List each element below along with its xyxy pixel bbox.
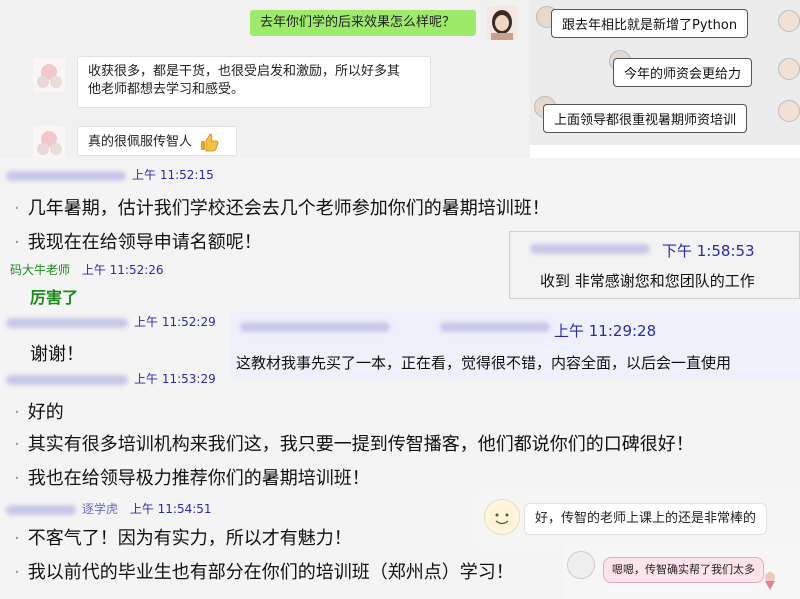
user-avatar-icon <box>37 131 62 155</box>
thumbs-up-icon <box>201 133 219 152</box>
sender-name-blurred <box>440 322 550 332</box>
message-line: 厉害了 <box>30 288 79 307</box>
smiley-avatar-icon <box>489 504 515 530</box>
user-avatar-icon <box>37 64 62 88</box>
sender-name: 逐学虎 <box>82 502 119 516</box>
wechat-chat-panel-right: 跟去年相比就是新增了Python 今年的师资会更给力 上面领导都很重视暑期师资培… <box>530 0 800 145</box>
timestamp: 上午 11:52:29 <box>134 315 216 329</box>
message-line: 谢谢！ <box>30 344 84 365</box>
avatar[interactable] <box>778 10 800 32</box>
message-text-line: 收获很多，都是干货，也很受启发和激励，所以好多其 <box>88 64 401 79</box>
message-line: · 我现在在给领导申请名额呢！ <box>14 232 262 253</box>
chat-bubble-incoming: 收获很多，都是干货，也很受启发和激励，所以好多其 他老师都想去学习和感受。 <box>77 56 431 108</box>
message-header: 上午 11:53:29 <box>6 370 216 387</box>
message-line: · 其实有很多培训机构来我们这，我只要一提到传智播客，他们都说你们的口碑很好！ <box>14 434 694 455</box>
message-text-line: 他老师都想去学习和感受。 <box>88 82 245 97</box>
sender-name: 码大牛老师 <box>10 263 71 277</box>
chat-bubble-incoming: 嗯嗯，传智确实帮了我们太多 <box>603 557 764 583</box>
message-text: 这教材我事先买了一本，正在看，觉得很不错，内容全面，以后会一直使用 <box>236 354 732 372</box>
user-avatar-icon <box>491 10 513 40</box>
sender-name-blurred <box>6 374 128 385</box>
sender-name-blurred <box>6 504 76 515</box>
timestamp: 上午 11:29:28 <box>554 322 657 340</box>
avatar[interactable] <box>487 6 517 40</box>
avatar[interactable] <box>484 499 520 535</box>
message-text: 跟去年相比就是新增了Python <box>562 18 738 33</box>
timestamp: 上午 11:53:29 <box>134 372 216 386</box>
message-line: · 几年暑期，估计我们学校还会去几个老师参加你们的暑期培训班！ <box>14 198 550 219</box>
message-header: 上午 11:52:29 <box>6 313 216 330</box>
chat-snippet-card: 下午 1:58:53 收到 非常感谢您和您团队的工作 <box>509 231 800 299</box>
message-line: · 我也在给领导极力推荐你们的暑期培训班！ <box>14 468 370 489</box>
message-line: · 我以前代的毕业生也有部分在你们的培训班（郑州点）学习！ <box>14 562 514 583</box>
sticker-figure-icon <box>765 572 775 590</box>
message-text: 去年你们学的后来效果怎么样呢？ <box>260 15 456 30</box>
message-text: 嗯嗯，传智确实帮了我们太多 <box>612 563 755 576</box>
message-text: 今年的师资会更给力 <box>624 67 742 82</box>
chat-bubble-incoming: 好，传智的老师上课上的还是非常棒的 <box>524 503 768 535</box>
message-text: 好，传智的老师上课上的还是非常棒的 <box>535 511 757 526</box>
sender-name-blurred <box>6 170 126 181</box>
message-text: 收到 非常感谢您和您团队的工作 <box>540 272 755 290</box>
chat-snippet-card: 上午 11:29:28 这教材我事先买了一本，正在看，觉得很不错，内容全面，以后… <box>230 312 800 380</box>
message-line: · 好的 <box>14 402 64 423</box>
wechat-chat-panel: 去年你们学的后来效果怎么样呢？ 收获很多，都是干货，也很受启发和激励，所以好多其… <box>0 0 530 160</box>
avatar[interactable] <box>778 58 800 80</box>
avatar[interactable] <box>33 126 65 158</box>
timestamp: 下午 1:58:53 <box>662 242 755 260</box>
avatar[interactable] <box>33 58 65 92</box>
avatar[interactable] <box>567 551 595 579</box>
message-text: 真的很佩服传智人 <box>88 134 193 150</box>
message-text: 上面领导都很重视暑期师资培训 <box>554 113 737 128</box>
sender-name-blurred <box>6 317 128 328</box>
message-header: 码大牛老师 上午 11:52:26 <box>10 261 164 278</box>
chat-bubble-outgoing: 去年你们学的后来效果怎么样呢？ <box>250 10 476 36</box>
timestamp: 上午 11:52:26 <box>81 263 164 277</box>
chat-bubble-outgoing: 今年的师资会更给力 <box>613 58 753 87</box>
sender-name-blurred <box>530 244 650 254</box>
message-header: 上午 11:52:15 <box>6 166 214 183</box>
message-line: · 不客气了！因为有实力，所以才有魅力！ <box>14 528 352 549</box>
timestamp: 上午 11:54:51 <box>129 502 212 516</box>
sender-name-blurred <box>240 322 390 332</box>
message-header: 逐学虎 上午 11:54:51 <box>6 500 212 517</box>
chat-bubble-outgoing: 跟去年相比就是新增了Python <box>551 9 749 38</box>
chat-bubble-incoming: 真的很佩服传智人 <box>77 126 237 156</box>
avatar[interactable] <box>778 100 800 122</box>
timestamp: 上午 11:52:15 <box>132 168 214 182</box>
chat-snippet-card: 好，传智的老师上课上的还是非常棒的 <box>478 491 800 548</box>
chat-snippet-card: 嗯嗯，传智确实帮了我们太多 <box>563 543 800 599</box>
chat-bubble-outgoing: 上面领导都很重视暑期师资培训 <box>543 104 748 133</box>
